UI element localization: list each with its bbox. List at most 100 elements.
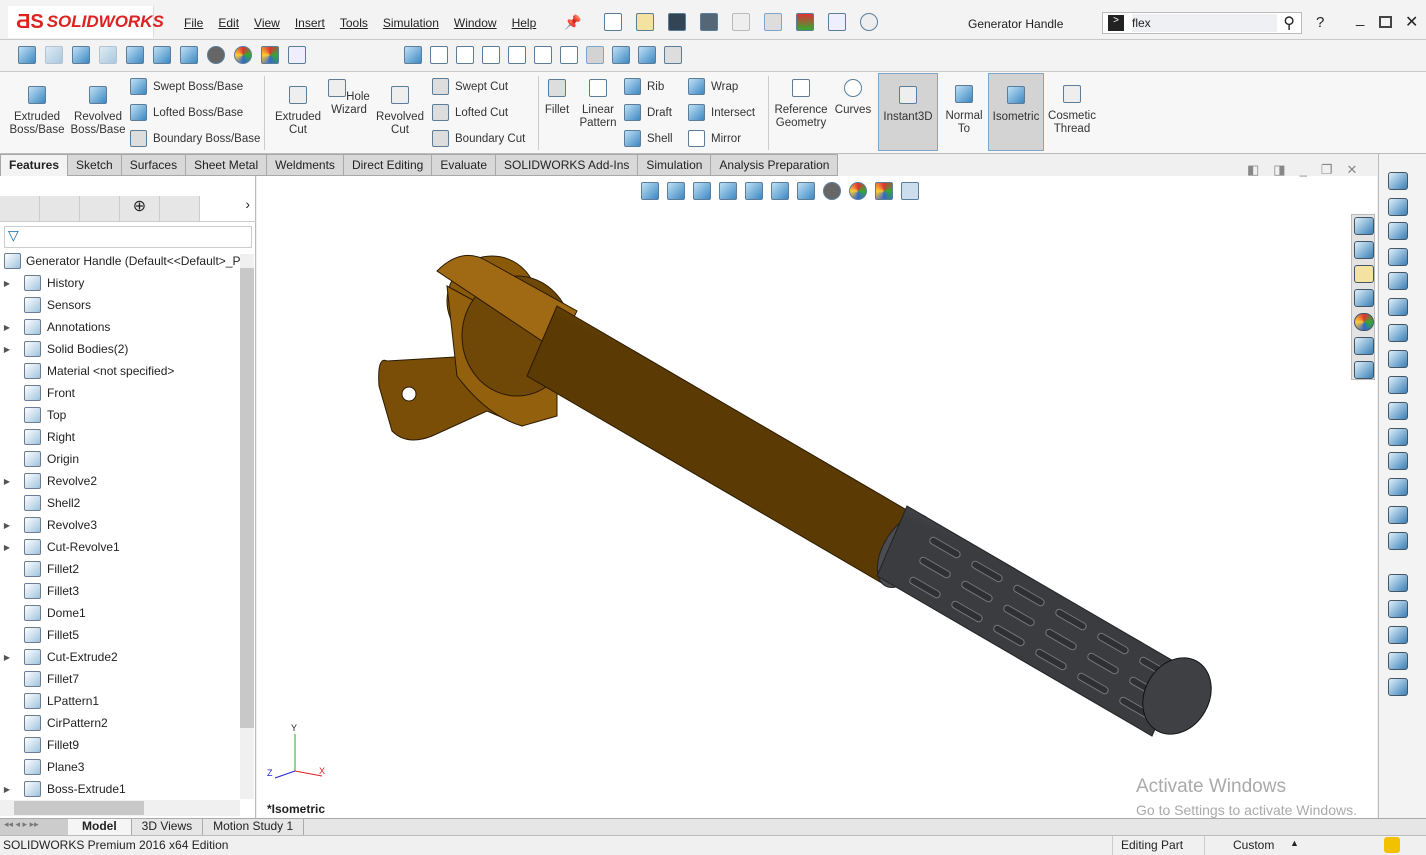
configuration-manager-tab[interactable] — [80, 196, 120, 221]
display-style-icon[interactable] — [153, 46, 171, 64]
draft-analysis-icon[interactable] — [1388, 428, 1408, 446]
wrap-button[interactable]: Wrap — [688, 78, 738, 95]
menu-insert[interactable]: Insert — [295, 16, 325, 30]
search-input[interactable]: flex — [1132, 14, 1278, 32]
zoom-to-fit-icon[interactable] — [18, 46, 36, 64]
previous-view-icon[interactable] — [72, 46, 90, 64]
tab-3d-views[interactable]: 3D Views — [132, 819, 204, 835]
flow-xpress-icon[interactable] — [1388, 600, 1408, 618]
view-orientation-icon[interactable] — [126, 46, 144, 64]
compare-icon[interactable] — [1388, 478, 1408, 496]
fillet-button[interactable]: Fillet — [541, 79, 573, 117]
tree-item[interactable]: Top — [0, 404, 66, 426]
menu-simulation[interactable]: Simulation — [383, 16, 439, 30]
tab-surfaces[interactable]: Surfaces — [121, 154, 187, 176]
open-icon[interactable] — [636, 13, 654, 31]
tab-model[interactable]: Model — [68, 819, 132, 835]
isometric-button[interactable]: Isometric — [988, 73, 1044, 151]
normal-to-icon[interactable] — [404, 46, 422, 64]
intersect-button[interactable]: Intersect — [688, 104, 755, 121]
lofted-cut-button[interactable]: Lofted Cut — [432, 104, 508, 121]
linear-pattern-button[interactable]: Linear Pattern — [576, 79, 620, 130]
swept-boss-button[interactable]: Swept Boss/Base — [130, 78, 243, 95]
tree-item[interactable]: Fillet3 — [0, 580, 79, 602]
shell-button[interactable]: Shell — [624, 130, 673, 147]
tree-vertical-scrollbar[interactable] — [240, 254, 254, 799]
tab-solidworks-add-ins[interactable]: SOLIDWORKS Add-Ins — [496, 154, 639, 176]
minimize-button[interactable]: _ — [1356, 10, 1364, 27]
section-properties-icon[interactable] — [1388, 248, 1408, 266]
menu-tools[interactable]: Tools — [340, 16, 368, 30]
sustainability-icon[interactable] — [1388, 678, 1408, 696]
extruded-boss-button[interactable]: Extruded Boss/Base — [8, 86, 66, 137]
tab-analysis-preparation[interactable]: Analysis Preparation — [711, 154, 839, 176]
options-gear-icon[interactable] — [860, 13, 878, 31]
tab-sheet-metal[interactable]: Sheet Metal — [186, 154, 268, 176]
back-view-icon[interactable] — [456, 46, 474, 64]
extruded-cut-button[interactable]: Extruded Cut — [270, 86, 326, 137]
print-icon[interactable] — [700, 13, 718, 31]
search-box[interactable]: > flex ⚲ — [1102, 12, 1302, 34]
thickness-icon[interactable] — [1388, 452, 1408, 470]
close-button[interactable]: ✕ — [1405, 12, 1418, 32]
tree-item[interactable]: CirPattern2 — [0, 712, 108, 734]
maximize-button[interactable] — [1379, 16, 1392, 28]
solidworks-logo[interactable]: ƋS SOLIDWORKS — [8, 6, 164, 38]
reference-geometry-button[interactable]: Reference Geometry — [772, 79, 830, 130]
top-view-icon[interactable] — [534, 46, 552, 64]
filter-field[interactable]: ▽ — [4, 226, 252, 248]
tab-sketch[interactable]: Sketch — [68, 154, 122, 176]
mass-properties-icon[interactable] — [1388, 222, 1408, 240]
tree-root[interactable]: Generator Handle (Default<<Default>_P — [4, 250, 240, 272]
equations-icon[interactable] — [1388, 376, 1408, 394]
tree-item[interactable]: LPattern1 — [0, 690, 99, 712]
appearance-icon[interactable] — [234, 46, 252, 64]
spell-check-icon[interactable] — [1388, 172, 1408, 190]
design-table-icon[interactable] — [1388, 532, 1408, 550]
expand-arrow-icon[interactable]: ▶ — [0, 653, 14, 662]
view-settings-icon[interactable] — [288, 46, 306, 64]
file-explorer-icon[interactable] — [1354, 265, 1374, 283]
trimetric-view-icon[interactable] — [612, 46, 630, 64]
expand-arrow-icon[interactable]: ▶ — [0, 323, 14, 332]
units-arrow-icon[interactable]: ▲ — [1290, 838, 1299, 848]
measure-icon[interactable] — [1388, 198, 1408, 216]
boundary-boss-button[interactable]: Boundary Boss/Base — [130, 130, 260, 147]
tab-weldments[interactable]: Weldments — [267, 154, 344, 176]
tree-item[interactable]: Fillet9 — [0, 734, 79, 756]
tree-item[interactable]: ▶ Solid Bodies(2) — [0, 338, 128, 360]
boundary-cut-button[interactable]: Boundary Cut — [432, 130, 525, 147]
revolved-boss-button[interactable]: Revolved Boss/Base — [70, 86, 126, 137]
revolved-cut-button[interactable]: Revolved Cut — [373, 86, 427, 137]
cosmetic-thread-button[interactable]: Cosmetic Thread — [1046, 85, 1098, 136]
notification-icon[interactable] — [1384, 837, 1400, 853]
tree-item[interactable]: ▶ Boss-Extrude1 — [0, 778, 126, 800]
expand-arrow-icon[interactable]: ▶ — [0, 785, 14, 794]
tree-item[interactable]: Shell2 — [0, 492, 80, 514]
mirror-button[interactable]: Mirror — [688, 130, 741, 147]
instant3d-button[interactable]: Instant3D — [878, 73, 938, 151]
tab-evaluate[interactable]: Evaluate — [432, 154, 497, 176]
statistics-icon[interactable] — [1388, 298, 1408, 316]
part-model[interactable] — [257, 176, 1377, 818]
help-icon[interactable]: ? — [1316, 14, 1324, 31]
appearances-icon[interactable] — [1354, 313, 1374, 331]
front-view-icon[interactable] — [430, 46, 448, 64]
display-pane-icon[interactable] — [180, 46, 198, 64]
tab-simulation[interactable]: Simulation — [638, 154, 712, 176]
costing-icon[interactable] — [1388, 506, 1408, 524]
pin-icon[interactable]: 📌 — [564, 14, 581, 31]
graphics-area[interactable]: ◧ ◨ _ ❐ ✕ Y Z X *Isometric Activate Windows … — [257, 162, 1377, 818]
tree-item[interactable]: Plane3 — [0, 756, 84, 778]
tree-item[interactable]: ▶ Annotations — [0, 316, 110, 338]
sensor-icon[interactable] — [1388, 272, 1408, 290]
menu-edit[interactable]: Edit — [218, 16, 239, 30]
tree-item[interactable]: Fillet5 — [0, 624, 79, 646]
menu-view[interactable]: View — [254, 16, 280, 30]
tab-features[interactable]: Features — [0, 154, 69, 176]
tree-item[interactable]: Fillet2 — [0, 558, 79, 580]
expand-arrow-icon[interactable]: ▶ — [0, 279, 14, 288]
tree-item[interactable]: Material <not specified> — [0, 360, 174, 382]
view-palette-icon[interactable] — [1354, 289, 1374, 307]
expand-arrow-icon[interactable]: ▶ — [0, 521, 14, 530]
